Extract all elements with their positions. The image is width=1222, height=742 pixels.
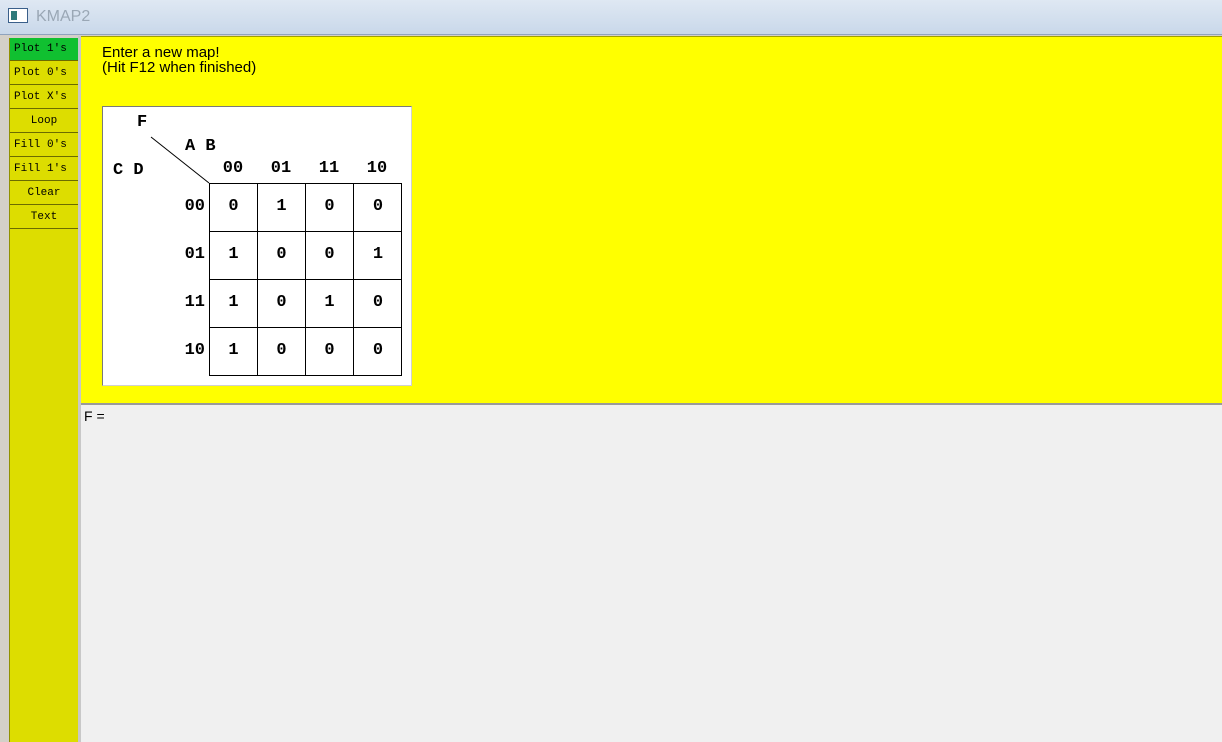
kmap-cell[interactable]: 0 — [306, 184, 354, 232]
kmap-cell[interactable]: 1 — [306, 280, 354, 328]
kmap-cell[interactable]: 0 — [258, 328, 306, 376]
instruction-line-2: (Hit F12 when finished) — [102, 59, 257, 76]
col-header-01: 01 — [270, 159, 292, 178]
kmap-cell[interactable]: 0 — [306, 232, 354, 280]
sidebar: Plot 1's Plot 0's Plot X's Loop Fill 0's… — [9, 38, 78, 742]
app-window-icon — [8, 8, 28, 23]
plot-x-button[interactable]: Plot X's — [10, 86, 78, 109]
kmap-function-name: F — [137, 113, 148, 132]
expression-area[interactable] — [81, 405, 1222, 742]
window-title: KMAP2 — [36, 8, 91, 25]
kmap-row-variables: C D — [113, 161, 144, 180]
fill-ones-button[interactable]: Fill 1's — [10, 158, 78, 181]
col-header-10: 10 — [366, 159, 388, 178]
row-header-01: 01 — [184, 245, 205, 264]
kmap-cell[interactable]: 0 — [210, 184, 258, 232]
expression-label: F = — [84, 408, 105, 424]
row-header-00: 00 — [184, 197, 205, 216]
fill-zeros-button[interactable]: Fill 0's — [10, 134, 78, 157]
col-header-00: 00 — [222, 159, 244, 178]
row-header-11: 11 — [184, 293, 205, 312]
kmap-grid: 0 1 0 0 1 0 0 1 1 0 1 0 1 0 0 0 — [209, 183, 402, 376]
row-header-10: 10 — [184, 341, 205, 360]
kmap-cell[interactable]: 0 — [354, 280, 402, 328]
kmap-cell[interactable]: 1 — [258, 184, 306, 232]
kmap-cell[interactable]: 0 — [306, 328, 354, 376]
kmap-panel: F A B C D 00 01 11 10 00 01 11 10 0 1 0 … — [102, 106, 412, 386]
plot-zeros-button[interactable]: Plot 0's — [10, 62, 78, 85]
kmap-cell[interactable]: 0 — [258, 232, 306, 280]
col-header-11: 11 — [318, 159, 340, 178]
plot-ones-button[interactable]: Plot 1's — [10, 38, 78, 61]
kmap-cell[interactable]: 1 — [210, 328, 258, 376]
loop-button[interactable]: Loop — [10, 110, 78, 133]
title-bar: KMAP2 — [0, 0, 1222, 35]
kmap-cell[interactable]: 1 — [354, 232, 402, 280]
kmap-cell[interactable]: 1 — [210, 280, 258, 328]
clear-button[interactable]: Clear — [10, 182, 78, 205]
kmap-cell[interactable]: 0 — [258, 280, 306, 328]
kmap-column-variables: A B — [185, 137, 216, 156]
kmap-cell[interactable]: 0 — [354, 184, 402, 232]
text-button[interactable]: Text — [10, 206, 78, 229]
kmap-cell[interactable]: 1 — [210, 232, 258, 280]
kmap-cell[interactable]: 0 — [354, 328, 402, 376]
